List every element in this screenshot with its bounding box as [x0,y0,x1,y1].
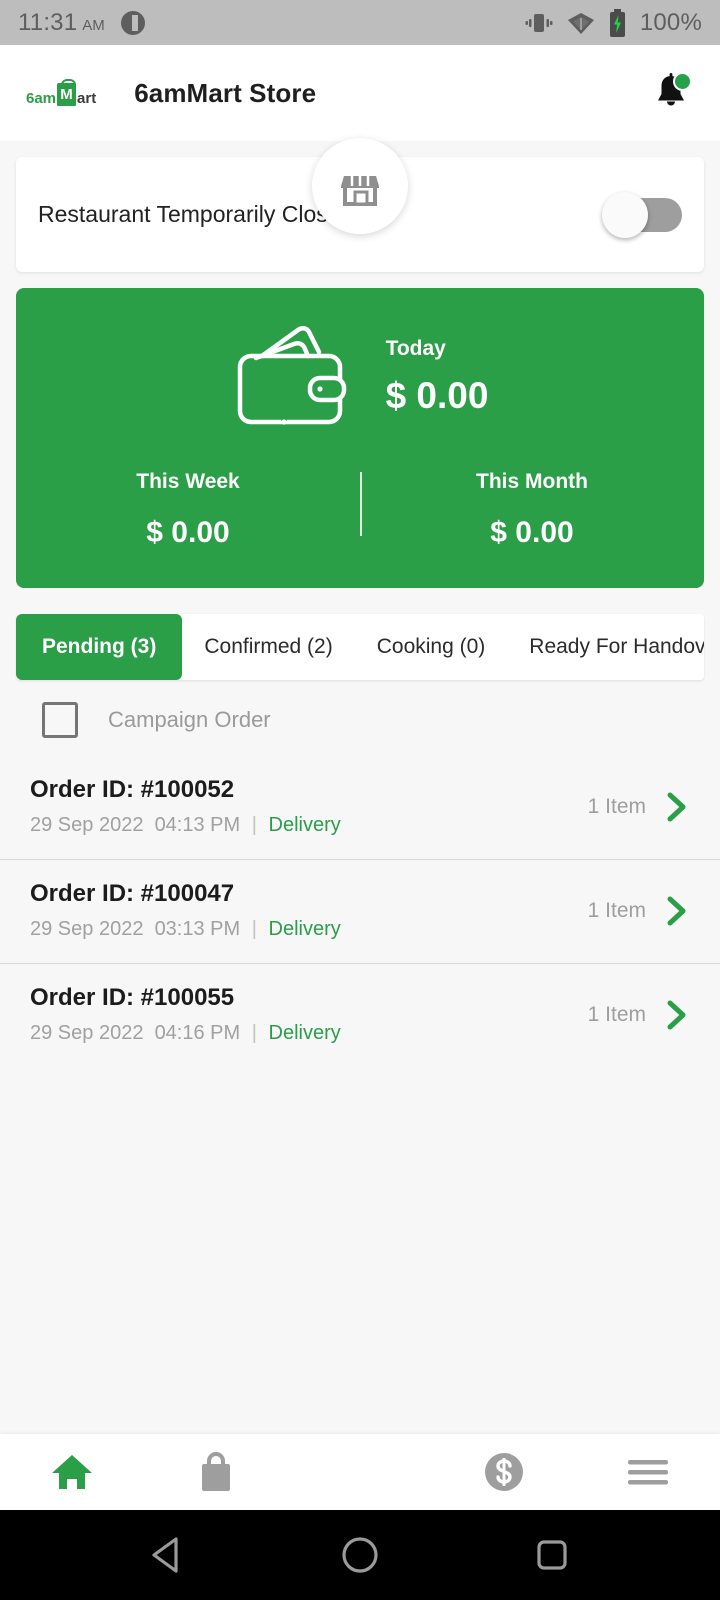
notification-dot-badge [673,72,692,91]
order-action[interactable]: 1 Item [588,999,690,1031]
battery-charging-icon [609,8,625,37]
restaurant-closed-label: Restaurant Temporarily Closed [38,201,354,227]
order-item-count: 1 Item [587,898,646,922]
home-circle-icon[interactable] [338,1533,382,1577]
recents-square-icon[interactable] [532,1535,572,1575]
order-type: Delivery [268,1022,341,1044]
order-time: 04:13 PM [154,814,241,836]
order-meta: 29 Sep 2022 03:13 PM | Delivery [30,918,341,941]
order-date: 29 Sep 2022 [30,814,144,836]
logo-bag-icon: M [57,79,77,106]
notification-button[interactable] [648,70,694,116]
order-meta: 29 Sep 2022 04:13 PM | Delivery [30,814,341,837]
campaign-order-checkbox[interactable] [42,702,78,738]
tab-cooking[interactable]: Cooking (0) [355,614,508,680]
nav-item-orders[interactable] [144,1434,288,1510]
logo-text-left: 6am [26,90,57,107]
earnings-today: Today $ 0.00 [386,337,489,417]
logo-text-right: art [77,90,97,107]
android-navigation-bar [0,1510,720,1600]
order-item-count: 1 Item [587,1002,646,1026]
order-meta: 29 Sep 2022 04:16 PM | Delivery [30,1022,341,1045]
order-action[interactable]: 1 Item [588,895,690,927]
earnings-card: Today $ 0.00 This Week $ 0.00 This Month… [16,288,704,588]
order-item-count: 1 Item [587,794,646,818]
table-row[interactable]: Order ID: #100055 29 Sep 2022 04:16 PM |… [0,964,720,1067]
campaign-order-filter[interactable]: Campaign Order [0,680,720,756]
meta-separator: | [251,814,257,836]
earnings-today-row: Today $ 0.00 [16,322,704,432]
vibrate-icon [525,13,553,32]
store-icon [341,176,379,206]
order-time: 04:16 PM [154,1022,241,1044]
hamburger-menu-icon [628,1460,668,1485]
order-time: 03:13 PM [154,918,241,940]
nav-item-earnings[interactable] [432,1434,576,1510]
shopping-bag-icon [202,1452,230,1491]
tab-ready-for-handover[interactable]: Ready For Handover (1) [507,614,704,680]
order-status-tabs: Pending (3) Confirmed (2) Cooking (0) Re… [16,614,704,680]
nav-item-store-fab[interactable] [312,138,408,234]
table-row[interactable]: Order ID: #100052 29 Sep 2022 04:13 PM |… [0,756,720,860]
chevron-right-icon[interactable] [664,791,690,823]
nav-item-menu[interactable] [576,1434,720,1510]
page-title: 6amMart Store [134,77,317,108]
status-bar-time: 11:31 [18,8,78,36]
notification-badge-icon [120,10,145,35]
meta-separator: | [251,918,257,940]
order-id: Order ID: #100052 [30,776,235,803]
campaign-order-label: Campaign Order [108,707,271,732]
order-type: Delivery [268,814,341,836]
order-id: Order ID: #100055 [30,984,235,1011]
earnings-this-week: This Week $ 0.00 [16,470,360,550]
earnings-month-value: $ 0.00 [490,516,574,549]
earnings-month-caption: This Month [476,470,588,493]
earnings-week-month-row: This Week $ 0.00 This Month $ 0.00 [16,470,704,550]
order-id: Order ID: #100047 [30,880,235,907]
nav-item-center-spacer [288,1434,432,1510]
app-logo: 6am M art [26,79,97,107]
tab-confirmed[interactable]: Confirmed (2) [182,614,354,680]
earnings-today-caption: Today [385,337,446,360]
tab-pending[interactable]: Pending (3) [16,614,183,680]
bottom-navigation [0,1434,720,1510]
earnings-week-value: $ 0.00 [146,516,230,549]
order-action[interactable]: 1 Item [588,791,690,823]
wifi-icon [567,12,594,34]
earnings-today-value: $ 0.00 [385,375,489,416]
order-info: Order ID: #100055 29 Sep 2022 04:16 PM |… [30,984,341,1045]
status-bar-ampm: AM [82,16,105,34]
chevron-right-icon[interactable] [664,895,690,927]
earnings-divider [360,472,362,536]
order-list: Order ID: #100052 29 Sep 2022 04:13 PM |… [0,756,720,1067]
order-info: Order ID: #100052 29 Sep 2022 04:13 PM |… [30,776,341,837]
status-bar-right: 100% [525,8,702,37]
earnings-week-caption: This Week [136,470,240,493]
order-date: 29 Sep 2022 [30,1022,144,1044]
status-bar-left: 11:31 AM [18,9,105,37]
earnings-this-month: This Month $ 0.00 [360,470,704,550]
nav-item-home[interactable] [0,1434,144,1510]
battery-percent: 100% [639,8,702,36]
meta-separator: | [251,1022,257,1044]
order-info: Order ID: #100047 29 Sep 2022 03:13 PM |… [30,880,341,941]
order-type: Delivery [268,918,341,940]
app-header: 6am M art 6amMart Store [0,45,720,141]
toggle-knob [602,191,648,238]
back-triangle-icon[interactable] [148,1534,188,1576]
status-bar: 11:31 AM 100% [0,0,720,45]
home-icon [52,1455,92,1489]
dollar-coin-icon [485,1453,523,1491]
order-date: 29 Sep 2022 [30,918,144,940]
restaurant-closed-toggle[interactable] [602,191,682,238]
chevron-right-icon[interactable] [664,999,690,1031]
table-row[interactable]: Order ID: #100047 29 Sep 2022 03:13 PM |… [0,860,720,964]
wallet-icon [237,326,346,425]
